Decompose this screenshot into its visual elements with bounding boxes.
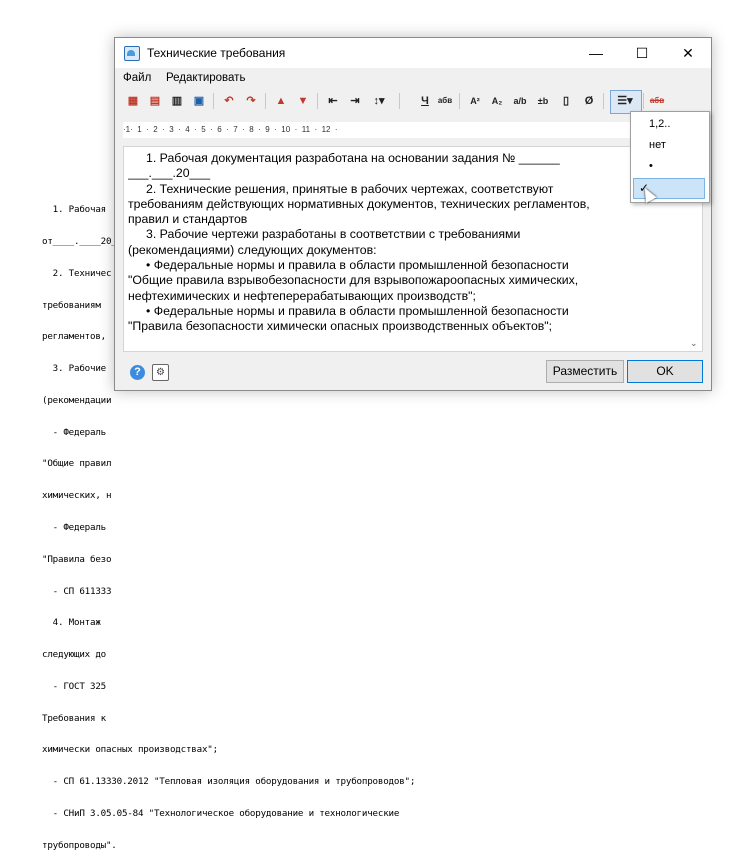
app-icon <box>124 46 140 61</box>
text-editor[interactable]: 1. Рабочая документация разработана на о… <box>123 146 703 352</box>
underline-icon[interactable]: Ч <box>415 91 435 111</box>
toolbar-separator <box>459 93 460 109</box>
case-icon[interactable]: абв <box>435 91 455 111</box>
toolbar-separator <box>603 93 604 109</box>
editor-line: "Правила безопасности химически опасных … <box>128 319 553 334</box>
insert-table-icon[interactable]: ▦ <box>123 91 143 111</box>
ruler[interactable]: ·1· 1 · 2 · 3 · 4 · 5 · 6 · 7 · 8 · 9 · … <box>123 122 685 138</box>
minimize-button[interactable]: — <box>573 38 619 68</box>
scroll-down-icon[interactable]: ⌄ <box>690 338 698 349</box>
special-char-icon[interactable]: ▯ <box>556 91 576 111</box>
toolbar-separator <box>213 93 214 109</box>
decrease-indent-icon[interactable]: ⇤ <box>323 91 343 111</box>
editor-line: "Общие правила взрывобезопасности для вз… <box>128 273 579 288</box>
toolbar-separator <box>317 93 318 109</box>
title-bar[interactable]: Технические требования — ☐ ✕ <box>115 38 711 68</box>
list-option-bullet[interactable]: • <box>633 156 705 177</box>
menu-edit[interactable]: Редактировать <box>166 72 245 84</box>
move-up-icon[interactable]: ▲ <box>271 91 291 111</box>
technical-requirements-dialog: Технические требования — ☐ ✕ Файл Редакт… <box>114 37 712 391</box>
toolbar-separator <box>265 93 266 109</box>
undo-icon[interactable]: ↶ <box>219 91 239 111</box>
place-button[interactable]: Разместить <box>546 360 624 383</box>
maximize-button[interactable]: ☐ <box>619 38 665 68</box>
numbered-list-dropdown-icon[interactable]: ☰▾ <box>611 91 639 111</box>
subscript-icon[interactable]: A₂ <box>487 91 507 111</box>
menu-file[interactable]: Файл <box>123 72 151 84</box>
move-down-icon[interactable]: ▼ <box>293 91 313 111</box>
toolbar-separator <box>643 93 644 109</box>
editor-line: правил и стандартов <box>128 212 248 227</box>
editor-line: 3. Рабочие чертежи разработаны в соответ… <box>146 227 521 242</box>
redo-icon[interactable]: ↷ <box>241 91 261 111</box>
editor-line: (рекомендациями) следующих документов: <box>128 242 377 257</box>
window-title: Технические требования <box>147 46 286 60</box>
list-option-numbered[interactable]: 1,2.. <box>633 114 705 135</box>
help-icon[interactable]: ? <box>130 365 145 380</box>
ok-button[interactable]: OK <box>627 360 703 383</box>
editor-line: 2. Технические решения, принятые в рабоч… <box>146 181 554 196</box>
increase-indent-icon[interactable]: ⇥ <box>345 91 365 111</box>
settings-icon[interactable]: ⚙ <box>152 364 169 381</box>
tolerance-icon[interactable]: ±b <box>533 91 553 111</box>
spellcheck-icon[interactable]: абв <box>647 91 667 111</box>
diameter-symbol-icon[interactable]: Ø <box>579 91 599 111</box>
list-option-none[interactable]: нет <box>633 135 705 156</box>
editor-content[interactable]: 1. Рабочая документация разработана на о… <box>128 151 684 335</box>
line-spacing-icon[interactable]: ↕▾ <box>369 91 389 111</box>
dialog-footer: ? ⚙ Разместить OK <box>115 354 711 390</box>
library-book-icon[interactable]: ▣ <box>189 91 209 111</box>
spell-icon[interactable]: ▥ <box>167 91 187 111</box>
editor-line: • Федеральные нормы и правила в области … <box>146 303 569 318</box>
editor-line: ___.___.20___ <box>128 166 211 181</box>
editor-line: • Федеральные нормы и правила в области … <box>146 258 569 273</box>
editor-line: 1. Рабочая документация разработана на о… <box>146 151 560 165</box>
menu-bar: Файл Редактировать <box>115 69 711 89</box>
superscript-icon[interactable]: A² <box>465 91 485 111</box>
editor-line: требованиям действующих нормативных доку… <box>128 196 590 211</box>
editor-line: нефтехимических и нефтеперерабатывающих … <box>128 288 476 303</box>
toolbar-separator <box>399 93 400 109</box>
fraction-icon[interactable]: a/b <box>510 91 530 111</box>
close-button[interactable]: ✕ <box>665 38 711 68</box>
insert-table-from-file-icon[interactable]: ▤ <box>145 91 165 111</box>
formatting-toolbar: ▦ ▤ ▥ ▣ ↶ ↷ ▲ ▼ ⇤ ⇥ ↕▾ Ч абв A² A₂ a/b ±… <box>115 89 711 113</box>
